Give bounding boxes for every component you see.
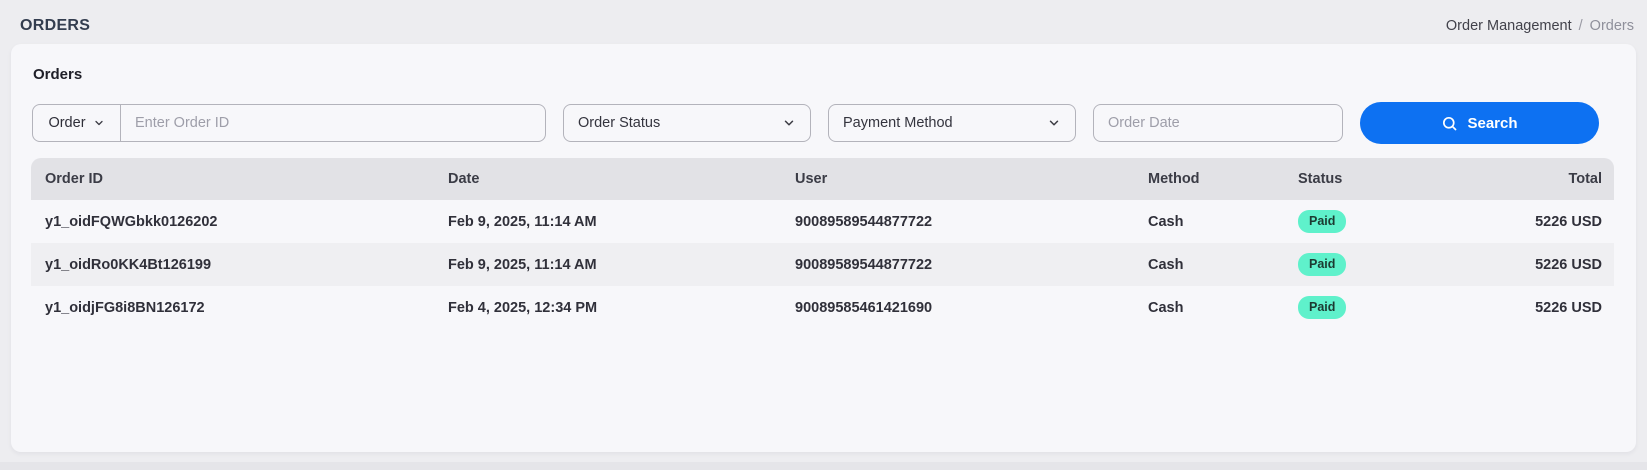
search-type-select[interactable]: Order <box>33 105 121 141</box>
orders-table: Order ID Date User Method Status Total y… <box>31 158 1614 329</box>
cell-user: 90089589544877722 <box>781 214 1134 230</box>
table-row[interactable]: y1_oidRo0KK4Bt126199 Feb 9, 2025, 11:14 … <box>31 243 1614 286</box>
column-header-user: User <box>781 171 1134 187</box>
breadcrumb-separator: / <box>1579 18 1583 34</box>
table-header-row: Order ID Date User Method Status Total <box>31 158 1614 200</box>
cell-order-id: y1_oidjFG8i8BN126172 <box>31 300 434 316</box>
cell-total: 5226 USD <box>1464 300 1614 316</box>
cell-method: Cash <box>1134 300 1284 316</box>
status-badge: Paid <box>1298 296 1346 319</box>
page-bottom-strip <box>0 462 1647 470</box>
search-button-label: Search <box>1467 115 1517 132</box>
cell-date: Feb 9, 2025, 11:14 AM <box>434 214 781 230</box>
search-button[interactable]: Search <box>1360 102 1599 144</box>
page-title: ORDERS <box>20 17 90 35</box>
breadcrumb: Order Management / Orders <box>1446 18 1634 34</box>
payment-method-value: Payment Method <box>843 115 953 131</box>
table-row[interactable]: y1_oidFQWGbkk0126202 Feb 9, 2025, 11:14 … <box>31 200 1614 243</box>
cell-method: Cash <box>1134 257 1284 273</box>
column-header-date: Date <box>434 171 781 187</box>
cell-status: Paid <box>1284 210 1464 233</box>
column-header-status: Status <box>1284 171 1464 187</box>
order-status-value: Order Status <box>578 115 660 131</box>
cell-order-id: y1_oidRo0KK4Bt126199 <box>31 257 434 273</box>
chevron-down-icon <box>1047 116 1061 130</box>
order-date-input[interactable] <box>1093 104 1343 142</box>
order-id-input[interactable] <box>121 105 545 141</box>
order-search-combo: Order <box>32 104 546 142</box>
chevron-down-icon <box>782 116 796 130</box>
cell-date: Feb 4, 2025, 12:34 PM <box>434 300 781 316</box>
cell-status: Paid <box>1284 253 1464 276</box>
status-badge: Paid <box>1298 253 1346 276</box>
cell-order-id: y1_oidFQWGbkk0126202 <box>31 214 434 230</box>
payment-method-select[interactable]: Payment Method <box>828 104 1076 142</box>
search-type-value: Order <box>48 115 85 131</box>
column-header-order-id: Order ID <box>31 171 434 187</box>
cell-total: 5226 USD <box>1464 257 1614 273</box>
cell-total: 5226 USD <box>1464 214 1614 230</box>
status-badge: Paid <box>1298 210 1346 233</box>
column-header-total: Total <box>1464 171 1614 187</box>
cell-user: 90089585461421690 <box>781 300 1134 316</box>
column-header-method: Method <box>1134 171 1284 187</box>
chevron-down-icon <box>93 117 105 129</box>
cell-date: Feb 9, 2025, 11:14 AM <box>434 257 781 273</box>
breadcrumb-orders: Orders <box>1590 18 1634 34</box>
orders-panel: Orders Order Order Status Payment Method <box>11 44 1636 452</box>
filters-bar: Order Order Status Payment Method <box>32 102 1636 144</box>
panel-heading: Orders <box>33 66 1636 83</box>
search-icon <box>1441 115 1458 132</box>
cell-user: 90089589544877722 <box>781 257 1134 273</box>
cell-method: Cash <box>1134 214 1284 230</box>
breadcrumb-order-management[interactable]: Order Management <box>1446 18 1572 34</box>
table-row[interactable]: y1_oidjFG8i8BN126172 Feb 4, 2025, 12:34 … <box>31 286 1614 329</box>
order-status-select[interactable]: Order Status <box>563 104 811 142</box>
page-header: ORDERS Order Management / Orders <box>0 0 1647 44</box>
cell-status: Paid <box>1284 296 1464 319</box>
